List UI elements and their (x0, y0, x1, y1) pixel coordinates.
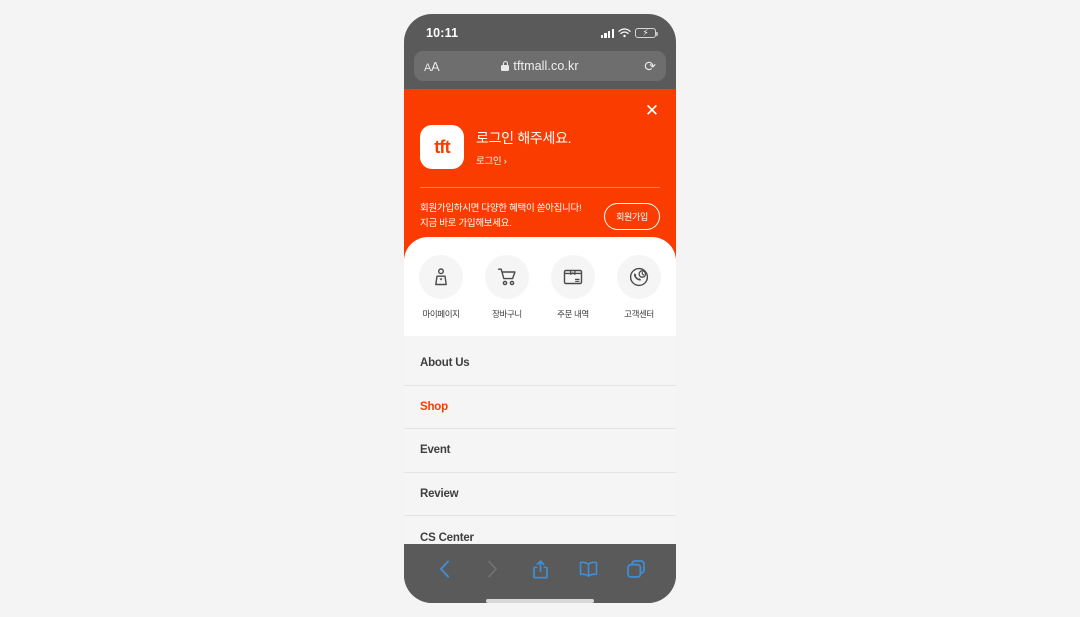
menu-item-about-us[interactable]: About Us (404, 342, 676, 386)
signal-bars-icon (600, 28, 614, 38)
url-bar-container: AA tftmall.co.kr ⟳ (404, 48, 676, 89)
promo-line-1: 회원가입하시면 다양한 혜택이 쏟아집니다! (420, 203, 582, 214)
tft-logo: tft (420, 125, 464, 169)
phone-frame: 10:11 ⚡ AA tftmall.co.kr ⟳ ✕ tft 로그인 해주세… (404, 14, 676, 603)
quick-link-cart[interactable]: 장바구니 (476, 255, 538, 320)
menu-item-shop[interactable]: Shop (404, 385, 676, 429)
share-icon[interactable] (525, 556, 555, 582)
quick-links-card: 마이페이지 장바구니 주문 내역 고객센터 (404, 237, 676, 336)
menu-item-cs-center[interactable]: CS Center (404, 516, 676, 544)
quick-link-orders[interactable]: 주문 내역 (542, 255, 604, 320)
status-bar: 10:11 ⚡ (404, 14, 676, 48)
menu-item-review[interactable]: Review (404, 472, 676, 516)
menu-item-event[interactable]: Event (404, 429, 676, 473)
status-bar-indicators: ⚡ (600, 27, 658, 39)
screenshot-stage: 10:11 ⚡ AA tftmall.co.kr ⟳ ✕ tft 로그인 해주세… (0, 0, 1080, 617)
hero-banner: ✕ tft 로그인 해주세요. 로그인 › 회원가입하시면 다양한 혜택이 쏟아… (404, 89, 676, 259)
home-indicator (486, 599, 594, 603)
login-texts: 로그인 해주세요. 로그인 › (476, 128, 572, 167)
url-display: tftmall.co.kr (414, 59, 666, 73)
forward-icon (477, 556, 507, 582)
promo-text: 회원가입하시면 다양한 혜택이 쏟아집니다! 지금 바로 가입해보세요. (420, 201, 582, 231)
reload-icon[interactable]: ⟳ (644, 59, 656, 73)
close-icon[interactable]: ✕ (642, 100, 662, 120)
quick-link-label: 마이페이지 (422, 309, 460, 319)
support-clock-icon (617, 255, 661, 299)
bookmarks-icon[interactable] (573, 556, 603, 582)
url-bar[interactable]: AA tftmall.co.kr ⟳ (414, 51, 666, 81)
main-menu: About Us Shop Event Review CS Center (404, 336, 676, 544)
url-text: tftmall.co.kr (513, 59, 579, 73)
wifi-icon (618, 28, 631, 38)
safari-toolbar (404, 544, 676, 603)
status-bar-clock: 10:11 (426, 26, 459, 40)
quick-link-mypage[interactable]: 마이페이지 (410, 255, 472, 320)
package-icon (551, 255, 595, 299)
login-link[interactable]: 로그인 › (476, 153, 571, 167)
text-size-button[interactable]: AA (424, 58, 440, 74)
quick-link-label: 주문 내역 (557, 309, 589, 319)
battery-charging-icon: ⚡ (635, 27, 658, 39)
person-icon (419, 255, 463, 299)
quick-link-label: 장바구니 (492, 309, 522, 319)
tabs-icon[interactable] (621, 556, 651, 582)
login-prompt-row[interactable]: tft 로그인 해주세요. 로그인 › (420, 89, 660, 169)
quick-link-label: 고객센터 (624, 309, 654, 319)
signup-promo: 회원가입하시면 다양한 혜택이 쏟아집니다! 지금 바로 가입해보세요. 회원가… (420, 187, 660, 231)
cart-icon (485, 255, 529, 299)
signup-button[interactable]: 회원가입 (604, 202, 660, 230)
web-viewport: ✕ tft 로그인 해주세요. 로그인 › 회원가입하시면 다양한 혜택이 쏟아… (404, 89, 676, 544)
promo-line-2: 지금 바로 가입해보세요. (420, 218, 512, 230)
quick-link-support[interactable]: 고객센터 (608, 255, 670, 320)
lock-icon (501, 61, 510, 71)
logo-text: tft (434, 136, 450, 157)
login-title: 로그인 해주세요. (476, 129, 572, 146)
back-icon[interactable] (429, 556, 459, 582)
text-size-label: A (431, 58, 440, 74)
